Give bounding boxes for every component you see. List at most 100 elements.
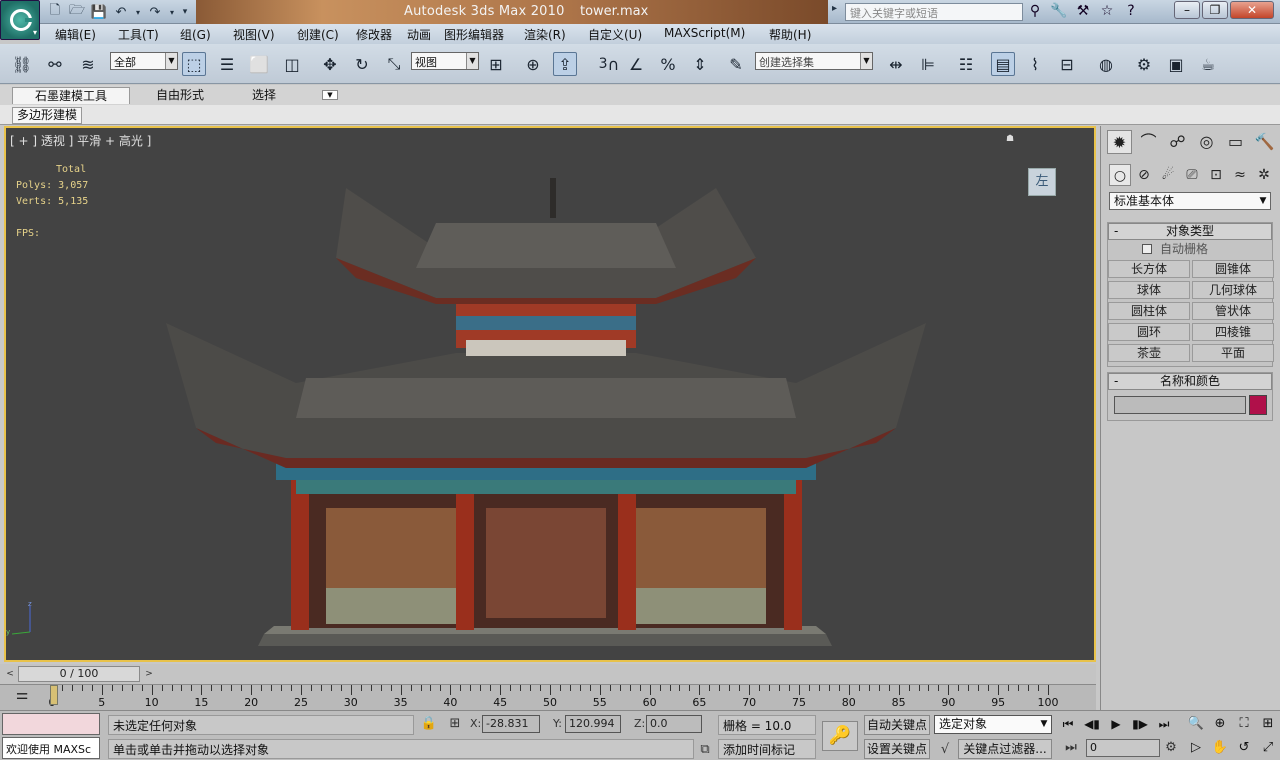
help-icon[interactable]: ? (1122, 2, 1140, 20)
hierarchy-tab-icon[interactable]: ☍ (1165, 130, 1190, 154)
current-frame-field[interactable]: 0 (1086, 739, 1160, 757)
previous-frame-icon[interactable]: < (3, 667, 17, 681)
save-icon[interactable]: 💾 (90, 3, 108, 21)
time-slider-thumb[interactable]: 0 / 100 (18, 666, 140, 682)
field-of-view-icon[interactable]: ▷ (1186, 739, 1206, 757)
maxscript-listener-output[interactable] (2, 713, 100, 735)
rectangular-selection-icon[interactable]: ⬜ (247, 52, 271, 76)
redo-dropdown-icon[interactable]: ▾ (168, 3, 176, 21)
viewcube[interactable]: 左 (1028, 168, 1056, 196)
y-coordinate-field[interactable]: 120.994 (565, 715, 621, 733)
next-frame-icon[interactable]: > (142, 667, 156, 681)
menu-edit[interactable]: 编辑(E) (55, 26, 96, 43)
reference-coordinate-dropdown[interactable]: 视图 ▼ (411, 52, 479, 70)
undo-icon[interactable]: ↶ (112, 3, 130, 21)
maxscript-mini-listener[interactable]: 欢迎使用 MAXSc (2, 737, 100, 759)
subscription-icon[interactable]: 🔧 (1050, 2, 1068, 20)
menu-tools[interactable]: 工具(T) (118, 26, 159, 43)
redo-icon[interactable]: ↷ (146, 3, 164, 21)
render-setup-icon[interactable]: ⚙ (1132, 52, 1156, 76)
select-and-move-icon[interactable]: ✥ (318, 52, 342, 76)
zoom-extents-all-icon[interactable]: ⊞ (1258, 715, 1278, 733)
customize-qat-icon[interactable]: ▾ (180, 3, 190, 21)
graphite-modeling-toggle-icon[interactable]: ▤ (991, 52, 1015, 76)
space-warps-icon[interactable]: ≈ (1229, 164, 1251, 186)
add-time-tag-button[interactable]: 添加时间标记 (718, 739, 816, 759)
percent-snap-icon[interactable]: % (656, 52, 680, 76)
time-configuration-icon[interactable]: ⚙ (1162, 739, 1180, 757)
communication-icon[interactable]: ⚒ (1074, 2, 1092, 20)
menu-help[interactable]: 帮助(H) (769, 26, 811, 43)
tube-button[interactable]: 管状体 (1192, 302, 1274, 320)
spinner-snap-icon[interactable]: ⇕ (688, 52, 712, 76)
viewport-label[interactable]: [ + ] 透视 ] 平滑 + 高光 ] (10, 132, 151, 149)
pan-icon[interactable]: ✋ (1210, 739, 1230, 757)
current-frame-marker[interactable] (50, 685, 58, 705)
close-button[interactable]: ✕ (1230, 1, 1274, 19)
utilities-tab-icon[interactable]: 🔨 (1252, 130, 1277, 154)
pyramid-button[interactable]: 四棱锥 (1192, 323, 1274, 341)
maximize-viewport-icon[interactable]: ⤢ (1258, 739, 1278, 757)
menu-group[interactable]: 组(G) (180, 26, 211, 43)
keyboard-shortcut-override-icon[interactable]: ⇪ (553, 52, 577, 76)
display-tab-icon[interactable]: ▭ (1223, 130, 1248, 154)
select-and-link-icon[interactable]: ⛓ (10, 52, 34, 76)
object-type-header[interactable]: - 对象类型 (1108, 223, 1272, 240)
autogrid-checkbox[interactable] (1142, 244, 1152, 254)
open-file-icon[interactable]: 🗁 (68, 3, 86, 21)
menu-rendering[interactable]: 渲染(R) (524, 26, 566, 43)
named-selection-dropdown[interactable]: 创建选择集 ▼ (755, 52, 873, 70)
set-key-button[interactable]: 设置关键点 (864, 739, 930, 759)
render-production-icon[interactable]: ☕ (1196, 52, 1220, 76)
menu-views[interactable]: 视图(V) (233, 26, 275, 43)
modify-tab-icon[interactable]: ⌒ (1136, 130, 1161, 154)
torus-button[interactable]: 圆环 (1108, 323, 1190, 341)
timeline-ruler[interactable]: 0510152025303540455055606570758085909510… (49, 685, 1059, 709)
search-expand-icon[interactable]: ▸ (832, 3, 844, 21)
selection-lock-icon[interactable]: 🔒 (420, 715, 438, 733)
ribbon-minimize-icon[interactable]: ▼ (322, 90, 338, 100)
search-input[interactable]: 键入关键字或短语 (845, 3, 1023, 21)
maximize-button[interactable]: ❐ (1202, 1, 1228, 19)
geosphere-button[interactable]: 几何球体 (1192, 281, 1274, 299)
tab-selection[interactable]: 选择 (246, 87, 282, 104)
object-name-field[interactable] (1114, 396, 1246, 414)
lights-icon[interactable]: ☄ (1157, 164, 1179, 186)
panel-polygon-modeling[interactable]: 多边形建模 (12, 107, 83, 124)
menu-graph-editors[interactable]: 图形编辑器 (444, 26, 504, 43)
go-to-start-icon[interactable]: ⏮ (1058, 715, 1078, 733)
favorites-star-icon[interactable]: ☆ (1098, 2, 1116, 20)
application-button[interactable]: ▾ (0, 0, 40, 40)
previous-frame-icon[interactable]: ◀▮ (1082, 715, 1102, 733)
open-mini-curve-editor-icon[interactable]: ⚌ (12, 687, 32, 707)
menu-create[interactable]: 创建(C) (297, 26, 339, 43)
select-object-icon[interactable]: ⬚ (182, 52, 206, 76)
z-coordinate-field[interactable]: 0.0 (646, 715, 702, 733)
sphere-button[interactable]: 球体 (1108, 281, 1190, 299)
object-color-swatch[interactable] (1249, 395, 1267, 415)
select-by-name-icon[interactable]: ☰ (215, 52, 239, 76)
cone-button[interactable]: 圆锥体 (1192, 260, 1274, 278)
time-tag-icon[interactable]: ⧉ (696, 741, 714, 759)
teapot-button[interactable]: 茶壶 (1108, 344, 1190, 362)
manipulate-icon[interactable]: ⊕ (521, 52, 545, 76)
next-frame-icon[interactable]: ▮▶ (1130, 715, 1150, 733)
tab-graphite-modeling[interactable]: 石墨建模工具 (12, 87, 130, 104)
selection-filter-dropdown[interactable]: 全部 ▼ (110, 52, 178, 70)
absolute-mode-transform-icon[interactable]: ⊞ (446, 715, 464, 733)
create-tab-icon[interactable]: ✹ (1107, 130, 1132, 154)
align-icon[interactable]: ⊫ (916, 52, 940, 76)
set-key-icon[interactable]: 🔑 (822, 721, 858, 751)
window-crossing-icon[interactable]: ◫ (280, 52, 304, 76)
menu-customize[interactable]: 自定义(U) (588, 26, 642, 43)
mirror-icon[interactable]: ⇹ (884, 52, 908, 76)
x-coordinate-field[interactable]: -28.831 (482, 715, 540, 733)
layer-manager-icon[interactable]: ☷ (954, 52, 978, 76)
zoom-icon[interactable]: 🔍 (1186, 715, 1206, 733)
name-and-color-header[interactable]: - 名称和颜色 (1108, 373, 1272, 390)
geometry-category-dropdown[interactable]: 标准基本体 ▼ (1109, 192, 1271, 210)
pivot-center-icon[interactable]: ⊞ (484, 52, 508, 76)
menu-maxscript[interactable]: MAXScript(M) (664, 26, 745, 40)
key-filters-button[interactable]: 关键点过滤器... (958, 739, 1052, 759)
auto-key-button[interactable]: 自动关键点 (864, 715, 930, 735)
